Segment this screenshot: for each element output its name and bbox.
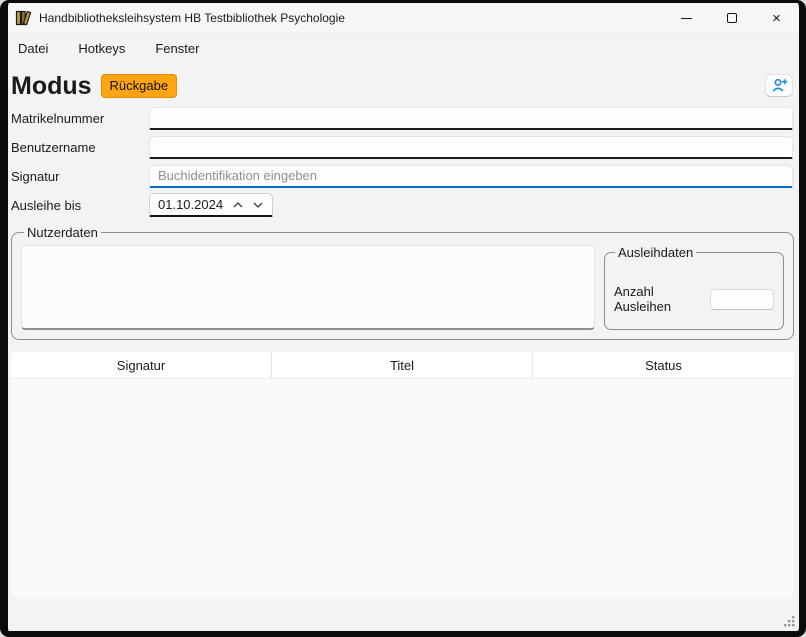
- anzahl-ausleihen-input[interactable]: [710, 289, 774, 310]
- menu-item-hotkeys[interactable]: Hotkeys: [70, 37, 133, 60]
- column-header-titel[interactable]: Titel: [272, 352, 533, 378]
- form-row-ausleihe-bis: Ausleihe bis 01.10.2024: [11, 193, 793, 217]
- person-plus-icon: [771, 78, 788, 93]
- page-title: Modus: [11, 72, 92, 101]
- app-window: Handbibliotheksleihsystem HB Testbibliot…: [0, 0, 806, 637]
- signatur-input[interactable]: [149, 165, 793, 188]
- mode-badge[interactable]: Rückgabe: [101, 74, 178, 98]
- form-row-matrikelnummer: Matrikelnummer: [11, 106, 793, 130]
- benutzername-label: Benutzername: [11, 140, 149, 155]
- menu-item-fenster[interactable]: Fenster: [147, 37, 207, 60]
- anzahl-row: Anzahl Ausleihen: [614, 284, 774, 314]
- anzahl-ausleihen-label: Anzahl Ausleihen: [614, 284, 710, 314]
- resize-grip[interactable]: [783, 615, 796, 628]
- nutzerdaten-content: Ausleihdaten Anzahl Ausleihen: [21, 245, 784, 330]
- column-header-signatur[interactable]: Signatur: [11, 352, 272, 378]
- minimize-button[interactable]: [664, 3, 709, 33]
- maximize-button[interactable]: [709, 3, 754, 33]
- form: Matrikelnummer Benutzername Signatur Aus…: [11, 106, 793, 217]
- close-button[interactable]: ×: [754, 3, 799, 33]
- books-icon: [14, 10, 31, 27]
- chevron-up-icon: [233, 202, 243, 208]
- form-row-signatur: Signatur: [11, 164, 793, 188]
- signatur-label: Signatur: [11, 169, 149, 184]
- window-controls: ×: [664, 3, 799, 33]
- benutzername-input[interactable]: [149, 136, 793, 159]
- table-header: Signatur Titel Status: [11, 352, 794, 378]
- date-value[interactable]: 01.10.2024: [158, 197, 228, 212]
- add-user-button[interactable]: [765, 74, 793, 97]
- ausleihe-bis-label: Ausleihe bis: [11, 198, 149, 213]
- spin-up-button[interactable]: [228, 202, 248, 208]
- minimize-icon: [681, 18, 692, 19]
- maximize-icon: [727, 13, 737, 23]
- spin-down-button[interactable]: [248, 202, 268, 208]
- user-data-textarea[interactable]: [21, 245, 595, 330]
- nutzerdaten-legend: Nutzerdaten: [24, 225, 101, 240]
- ausleihdaten-groupbox: Ausleihdaten Anzahl Ausleihen: [604, 245, 784, 330]
- column-header-status[interactable]: Status: [533, 352, 794, 378]
- nutzerdaten-groupbox: Nutzerdaten Ausleihdaten Anzahl Ausleihe…: [11, 225, 794, 340]
- menu-item-datei[interactable]: Datei: [10, 37, 56, 60]
- window-title: Handbibliotheksleihsystem HB Testbibliot…: [39, 11, 345, 25]
- title-bar: Handbibliotheksleihsystem HB Testbibliot…: [8, 3, 799, 33]
- close-icon: ×: [772, 11, 781, 26]
- mode-row: Modus Rückgabe: [8, 69, 799, 103]
- date-spinner[interactable]: 01.10.2024: [149, 193, 273, 217]
- results-table: Signatur Titel Status: [11, 352, 794, 599]
- matrikelnummer-input[interactable]: [149, 107, 793, 130]
- ausleihdaten-legend: Ausleihdaten: [615, 245, 696, 260]
- matrikelnummer-label: Matrikelnummer: [11, 111, 149, 126]
- table-body-empty: [11, 378, 794, 599]
- menu-bar: Datei Hotkeys Fenster: [8, 33, 799, 63]
- chevron-down-icon: [253, 202, 263, 208]
- form-row-benutzername: Benutzername: [11, 135, 793, 159]
